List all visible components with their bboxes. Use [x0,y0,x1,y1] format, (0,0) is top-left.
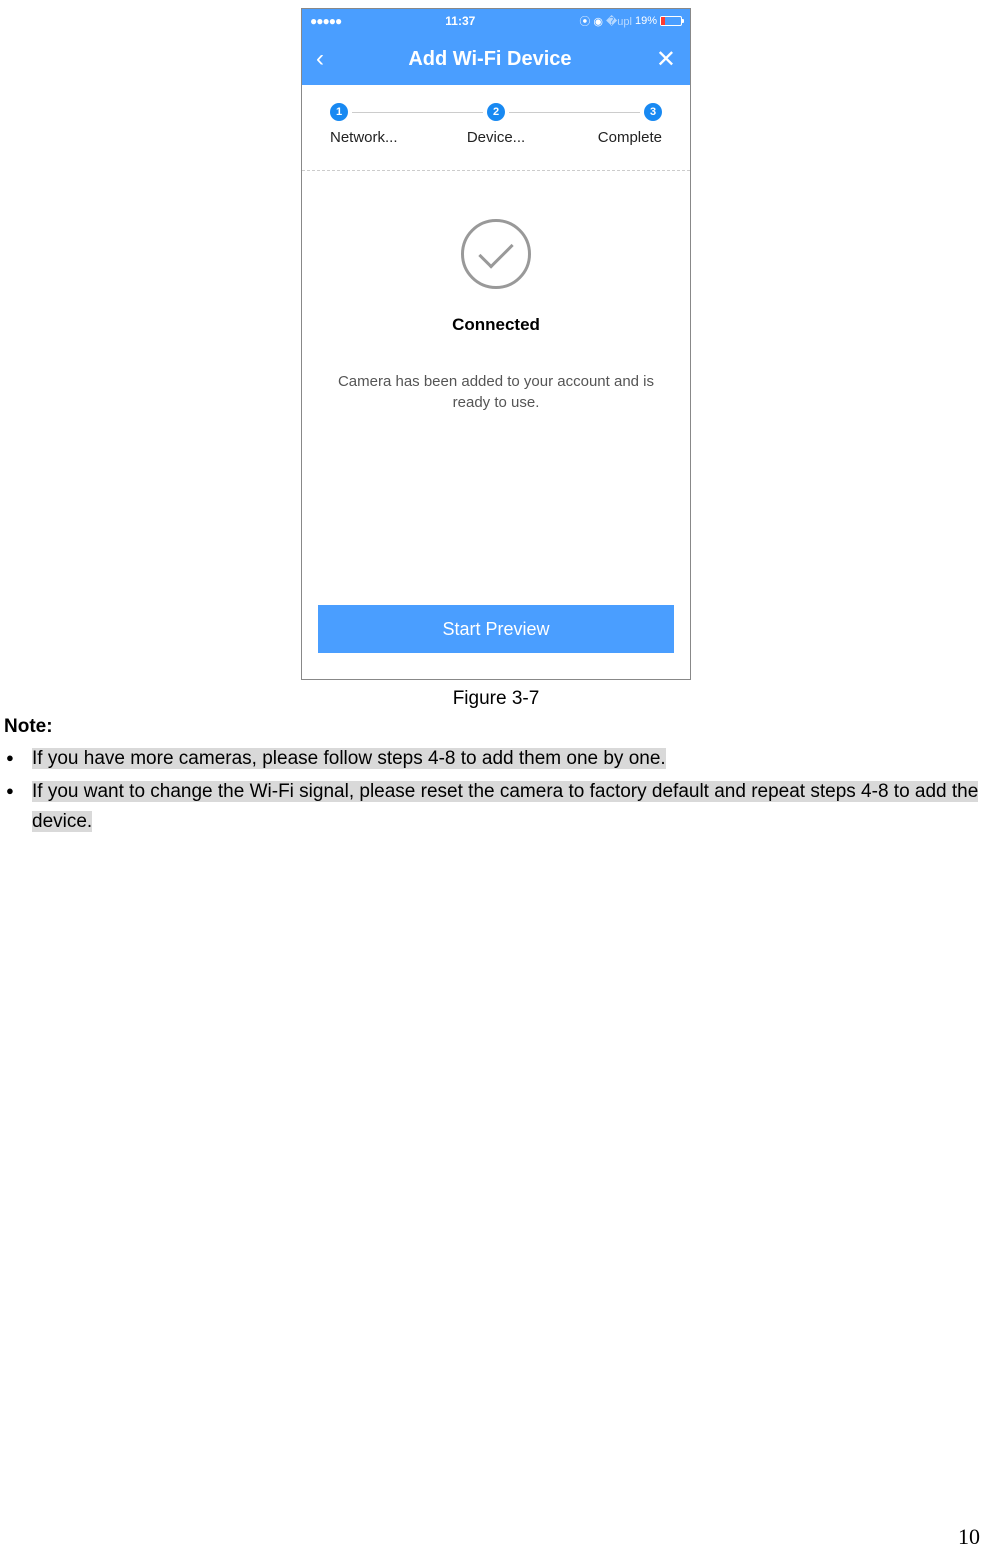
start-preview-button[interactable]: Start Preview [318,605,674,653]
content-area: Connected Camera has been added to your … [302,171,690,591]
signal-dots: ●●●●● [310,14,341,28]
step-line [352,112,483,113]
lock-icon: ⦿ [579,13,590,29]
close-icon[interactable]: ✕ [656,45,676,74]
note-item: If you have more cameras, please follow … [32,744,988,773]
nav-bar: ‹ Add Wi-Fi Device ✕ [302,33,690,85]
step-1-dot: 1 [330,103,348,121]
note-heading: Note: [4,716,988,738]
status-time: 11:37 [445,14,475,28]
progress-steps: 1 2 3 Network... Device... Complete [302,85,690,158]
success-check-icon [461,219,531,289]
figure-caption: Figure 3-7 [0,688,992,710]
back-icon[interactable]: ‹ [316,45,324,73]
battery-icon [660,16,682,26]
step-line [509,112,640,113]
page-number: 10 [958,1524,980,1550]
status-message: Camera has been added to your account an… [322,371,670,413]
alarm-icon: ◉ [593,15,603,28]
step-1-label: Network... [330,129,410,146]
nav-title: Add Wi-Fi Device [408,48,571,71]
step-3-dot: 3 [644,103,662,121]
step-2-label: Device... [456,129,536,146]
phone-screenshot: ●●●●● 11:37 ⦿ ◉ �upl 19% [301,8,691,680]
note-section: Note: If you have more cameras, please f… [0,716,992,836]
note-item: If you want to change the Wi-Fi signal, … [32,777,988,836]
status-bar: ●●●●● 11:37 ⦿ ◉ �upl 19% [302,9,690,33]
step-2-dot: 2 [487,103,505,121]
step-3-label: Complete [582,129,662,146]
battery-percent: 19% [635,15,657,27]
status-text: Connected [322,315,670,335]
bluetooth-icon: �upl [606,15,632,28]
